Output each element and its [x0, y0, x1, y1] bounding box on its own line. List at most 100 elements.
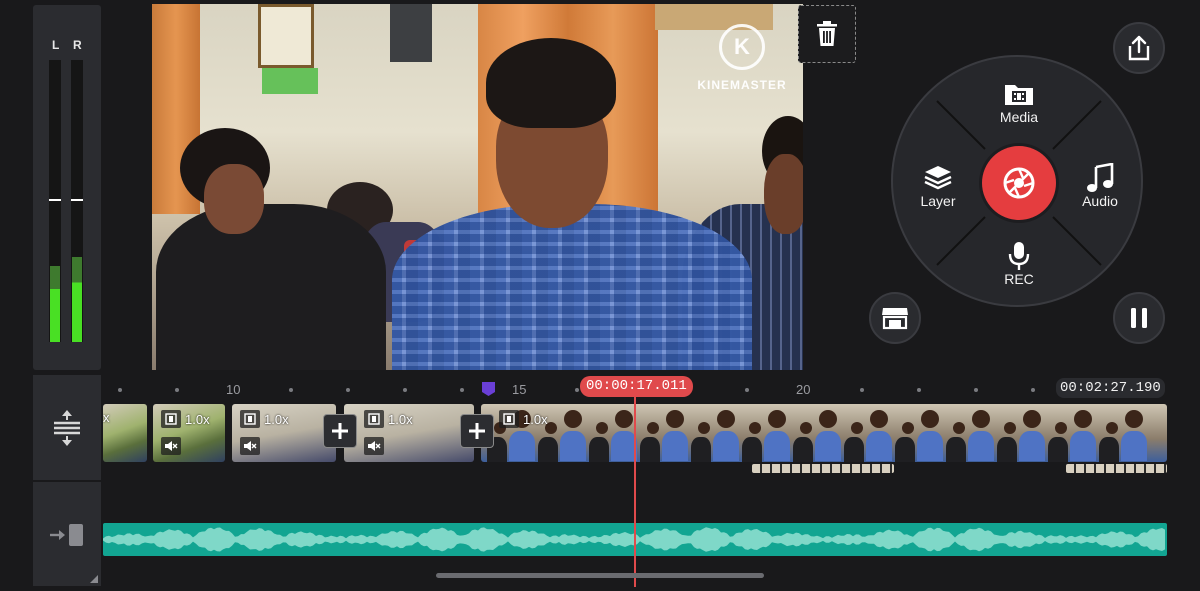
audio-button[interactable]: Audio: [1060, 163, 1140, 209]
microphone-icon: [1008, 242, 1030, 270]
ruler-tick: [745, 388, 749, 392]
clip-thumbnail-bystander: [793, 422, 819, 462]
preview-person-main-shirt-pattern: [392, 204, 752, 370]
mute-icon[interactable]: [240, 437, 260, 455]
clip-thumbnail-bystander: [1099, 422, 1125, 462]
film-icon: [499, 410, 519, 428]
play-pause-button[interactable]: [1113, 292, 1165, 344]
meter-left-label: L: [52, 38, 60, 52]
audio-level-meter: L R: [33, 5, 101, 370]
camera-shutter-icon: [1003, 167, 1035, 199]
kinemaster-wordmark: KINEMASTER: [697, 78, 787, 92]
track-enter-icon: [50, 524, 83, 546]
layer-strip[interactable]: [752, 464, 894, 473]
ruler-tick: [974, 388, 978, 392]
audio-label: Audio: [1082, 193, 1118, 209]
ruler-tick: [460, 388, 464, 392]
meter-right-fill: [72, 257, 82, 342]
clip-thumbnail-bystander: [997, 422, 1023, 462]
clip-thumbnail-bystander: [640, 422, 666, 462]
store-icon: [882, 308, 908, 330]
film-icon: [240, 410, 260, 428]
current-time-display: 00:00:17.011: [580, 376, 693, 397]
capture-button[interactable]: [979, 143, 1059, 223]
film-icon: [364, 410, 384, 428]
add-transition-button[interactable]: [460, 414, 494, 448]
clip-thumbnail-bystander: [844, 422, 870, 462]
clip-thumbnail-bystander: [589, 422, 615, 462]
preview-poster-green: [262, 68, 318, 94]
layer-strip[interactable]: [1066, 464, 1167, 473]
ruler-tick: [346, 388, 350, 392]
panel-corner-icon: [90, 575, 98, 583]
ruler-tick: [175, 388, 179, 392]
kinemaster-watermark: K KINEMASTER: [697, 24, 787, 92]
asset-store-button[interactable]: [869, 292, 921, 344]
layers-icon: [924, 166, 952, 190]
ruler-tick: [575, 388, 579, 392]
clip-speed-label: 1.0x: [388, 411, 413, 427]
timeline-scrollbar[interactable]: [436, 573, 764, 578]
rec-button[interactable]: REC: [979, 241, 1059, 287]
film-icon: [161, 410, 181, 428]
clip-thumbnail-bystander: [742, 422, 768, 462]
preview-person-left: [156, 204, 386, 370]
video-clip-main[interactable]: 1.0x: [481, 404, 1167, 462]
layer-label: Layer: [920, 193, 956, 209]
clip-speed-label: 1.0x: [185, 411, 210, 427]
meter-right-bar: [71, 60, 83, 342]
kinemaster-logo: K: [719, 24, 765, 70]
ruler-tick: [917, 388, 921, 392]
ruler-label-20: 20: [796, 382, 811, 397]
clip-speed-label: x: [103, 410, 110, 425]
bookmark-icon[interactable]: [481, 381, 496, 397]
trash-icon: [817, 21, 837, 46]
folder-film-icon: [1005, 85, 1033, 105]
preview-speaker: [390, 4, 432, 62]
track-height-icon: [54, 410, 80, 446]
clip-thumbnail-bystander: [946, 422, 972, 462]
layer-button[interactable]: Layer: [898, 163, 978, 209]
clip-speed-label: 1.0x: [264, 411, 289, 427]
total-time-display: 00:02:27.190: [1056, 378, 1165, 398]
ruler-label-15: 15: [512, 382, 527, 397]
track-height-button[interactable]: [33, 375, 101, 480]
preview-person-main-hair: [486, 38, 616, 128]
preview-person-right-face: [764, 154, 803, 234]
video-clip[interactable]: 1.0x: [344, 404, 474, 462]
audio-track-toggle-button[interactable]: [33, 482, 101, 586]
clip-thumbnail-bystander: [691, 422, 717, 462]
meter-left-fill: [50, 265, 60, 342]
clip-thumbnail-bystander: [538, 422, 564, 462]
preview-poster: [258, 4, 314, 68]
meter-left-bar: [49, 60, 61, 342]
pause-icon: [1131, 308, 1147, 328]
add-transition-button[interactable]: [323, 414, 357, 448]
rec-label: REC: [1004, 271, 1034, 287]
meter-left-peak: [49, 199, 61, 201]
ruler-tick: [118, 388, 122, 392]
ruler-tick: [1031, 388, 1035, 392]
media-label: Media: [999, 109, 1039, 125]
playhead[interactable]: [634, 397, 636, 587]
video-clip[interactable]: 1.0x: [232, 404, 336, 462]
video-preview[interactable]: K KINEMASTER: [152, 4, 803, 370]
mute-icon[interactable]: [364, 437, 384, 455]
meter-right-peak: [71, 199, 83, 201]
media-button[interactable]: Media: [979, 79, 1059, 125]
clip-thumbnail-bystander: [1048, 422, 1074, 462]
ruler-tick: [289, 388, 293, 392]
video-clip[interactable]: x: [103, 404, 147, 462]
mute-icon[interactable]: [161, 437, 181, 455]
ruler-tick: [860, 388, 864, 392]
delete-button[interactable]: [798, 5, 856, 63]
clip-speed-label: 1.0x: [523, 411, 548, 427]
clip-thumbnail-bystander: [895, 422, 921, 462]
meter-right-label: R: [73, 38, 82, 52]
plus-icon: [332, 423, 348, 439]
preview-person-left-face: [204, 164, 264, 234]
ruler-tick: [403, 388, 407, 392]
music-note-icon: [1087, 163, 1114, 192]
video-clip[interactable]: 1.0x: [153, 404, 225, 462]
ruler-label-10: 10: [226, 382, 241, 397]
